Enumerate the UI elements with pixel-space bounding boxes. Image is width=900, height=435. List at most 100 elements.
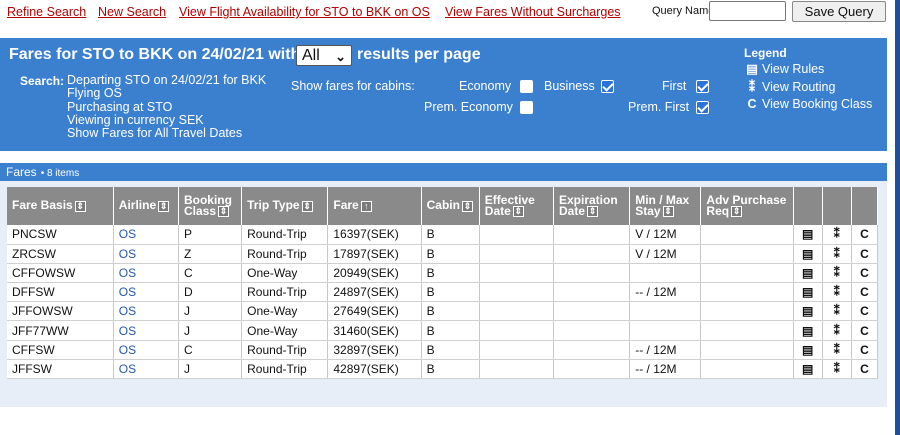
results-per-page-value: All: [302, 47, 320, 64]
column-header-min-max-stay[interactable]: Min / Max Stay ⇕: [629, 187, 702, 225]
cabin-economy-label: Economy: [459, 79, 512, 93]
routing-icon[interactable]: ⁑: [822, 301, 852, 322]
rules-icon[interactable]: ▤: [793, 263, 823, 284]
routing-icon[interactable]: ⁑: [822, 244, 852, 264]
booking-class-icon[interactable]: C: [851, 282, 879, 303]
cell-airline[interactable]: OS: [113, 320, 179, 341]
fares-table: Fare Basis ⇕ Airline ⇕ Booking Class ⇕ Trip…: [7, 187, 879, 380]
booking-class-icon[interactable]: C: [851, 244, 879, 264]
cabin-prem-economy-checkbox[interactable]: [520, 101, 533, 114]
cell-fare-basis: ZRCSW: [7, 244, 114, 264]
cell-airline[interactable]: OS: [113, 263, 179, 284]
view-flight-availability-link[interactable]: View Flight Availability for STO to BKK …: [179, 5, 430, 19]
search-detail-line: Purchasing at STO: [67, 99, 173, 114]
cell-effective-date: [479, 263, 555, 284]
legend-view-booking-class[interactable]: C View Booking Class: [745, 97, 872, 111]
booking-class-icon[interactable]: C: [851, 359, 879, 380]
column-header-cabin[interactable]: Cabin ⇕: [421, 187, 480, 225]
cell-cabin: B: [421, 359, 480, 380]
sort-icon[interactable]: ⇕: [461, 200, 473, 212]
rules-icon[interactable]: ▤: [793, 359, 823, 380]
cell-effective-date: [479, 282, 555, 303]
cell-fare: 27649(SEK): [327, 301, 422, 322]
sort-icon[interactable]: ⇕: [587, 206, 599, 218]
column-header-adv-purchase-req[interactable]: Adv Purchase Req ⇕: [700, 187, 794, 225]
sort-icon[interactable]: ⇕: [512, 206, 524, 218]
cell-expiration-date: [553, 320, 631, 341]
table-row: JFFOWSW OS J One-Way 27649(SEK) B ▤ ⁑ C: [7, 301, 879, 322]
column-header-label: Fare Basis: [12, 198, 73, 213]
column-header-effective-date[interactable]: Effective Date ⇕: [479, 187, 555, 225]
column-header-expiration-date[interactable]: Expiration Date ⇕: [553, 187, 631, 225]
column-header-fare[interactable]: Fare ↑: [327, 187, 422, 225]
legend-view-rules[interactable]: ▤ View Rules: [745, 61, 824, 76]
legend-view-routing[interactable]: ⁑ View Routing: [745, 79, 836, 94]
rules-icon[interactable]: ▤: [793, 282, 823, 303]
top-link-bar: Refine Search New Search View Flight Ava…: [0, 0, 900, 28]
sort-icon[interactable]: ⇕: [301, 200, 313, 212]
cell-airline[interactable]: OS: [113, 359, 179, 380]
sort-icon[interactable]: ⇕: [662, 206, 674, 218]
booking-class-icon[interactable]: C: [851, 225, 879, 245]
sort-ascending-icon[interactable]: ↑: [360, 200, 372, 212]
routing-icon[interactable]: ⁑: [822, 225, 852, 245]
booking-class-icon[interactable]: C: [851, 340, 879, 360]
column-header-airline[interactable]: Airline ⇕: [113, 187, 179, 225]
cabin-prem-first-checkbox[interactable]: [696, 101, 709, 114]
booking-class-icon[interactable]: C: [851, 263, 879, 284]
cell-expiration-date: [553, 359, 631, 380]
column-header-booking-class[interactable]: Booking Class ⇕: [178, 187, 243, 225]
cabin-first-checkbox[interactable]: [696, 80, 709, 93]
routing-icon[interactable]: ⁑: [822, 340, 852, 360]
refine-search-link[interactable]: Refine Search: [7, 5, 86, 19]
column-header-rules: [793, 187, 823, 225]
booking-class-icon[interactable]: C: [851, 320, 879, 341]
search-summary-panel: Fares for STO to BKK on 24/02/21 with Al…: [0, 38, 887, 151]
routing-icon[interactable]: ⁑: [822, 320, 852, 341]
sort-icon[interactable]: ⇕: [74, 200, 86, 212]
sort-icon[interactable]: ⇕: [731, 206, 743, 218]
cell-cabin: B: [421, 340, 480, 360]
cell-airline[interactable]: OS: [113, 244, 179, 264]
cell-airline[interactable]: OS: [113, 282, 179, 303]
column-header-trip-type[interactable]: Trip Type ⇕: [241, 187, 329, 225]
rules-icon[interactable]: ▤: [793, 244, 823, 264]
cell-airline[interactable]: OS: [113, 301, 179, 322]
booking-class-icon[interactable]: C: [851, 301, 879, 322]
cell-cabin: B: [421, 244, 480, 264]
sort-icon[interactable]: ⇕: [158, 200, 170, 212]
results-per-page-select[interactable]: All ⌄: [296, 45, 352, 66]
cell-effective-date: [479, 320, 555, 341]
cell-expiration-date: [553, 301, 631, 322]
cell-cabin: B: [421, 301, 480, 322]
cabin-prem-economy-label: Prem. Economy: [424, 100, 513, 114]
routing-icon[interactable]: ⁑: [822, 282, 852, 303]
cell-trip-type: Round-Trip: [241, 225, 329, 245]
view-fares-without-surcharges-link[interactable]: View Fares Without Surcharges: [445, 5, 621, 19]
column-header-fare-basis[interactable]: Fare Basis ⇕: [7, 187, 114, 225]
routing-icon[interactable]: ⁑: [822, 359, 852, 380]
rules-icon[interactable]: ▤: [793, 301, 823, 322]
column-header-routing: [822, 187, 852, 225]
cell-fare-basis: DFFSW: [7, 282, 114, 303]
search-label: Search:: [20, 74, 65, 88]
sort-icon[interactable]: ⇕: [218, 206, 229, 218]
table-row: PNCSW OS P Round-Trip 16397(SEK) B V / 12M ▤ ⁑ C: [7, 225, 879, 245]
cabin-business-checkbox[interactable]: [601, 80, 614, 93]
query-name-input[interactable]: [709, 1, 786, 21]
column-header-label: Adv Purchase Req: [706, 192, 787, 218]
rules-icon[interactable]: ▤: [793, 340, 823, 360]
new-search-link[interactable]: New Search: [98, 5, 166, 19]
rules-icon[interactable]: ▤: [793, 225, 823, 245]
cabin-first-label: First: [662, 79, 687, 93]
rules-icon[interactable]: ▤: [793, 320, 823, 341]
cell-fare: 42897(SEK): [327, 359, 422, 380]
cell-airline[interactable]: OS: [113, 340, 179, 360]
cell-airline[interactable]: OS: [113, 225, 179, 245]
cabin-economy-checkbox[interactable]: [520, 80, 533, 93]
window-right-edge: [895, 0, 900, 435]
cell-expiration-date: [553, 225, 631, 245]
cell-booking-class: Z: [178, 244, 243, 264]
routing-icon[interactable]: ⁑: [822, 263, 852, 284]
save-query-button[interactable]: Save Query: [792, 1, 886, 22]
